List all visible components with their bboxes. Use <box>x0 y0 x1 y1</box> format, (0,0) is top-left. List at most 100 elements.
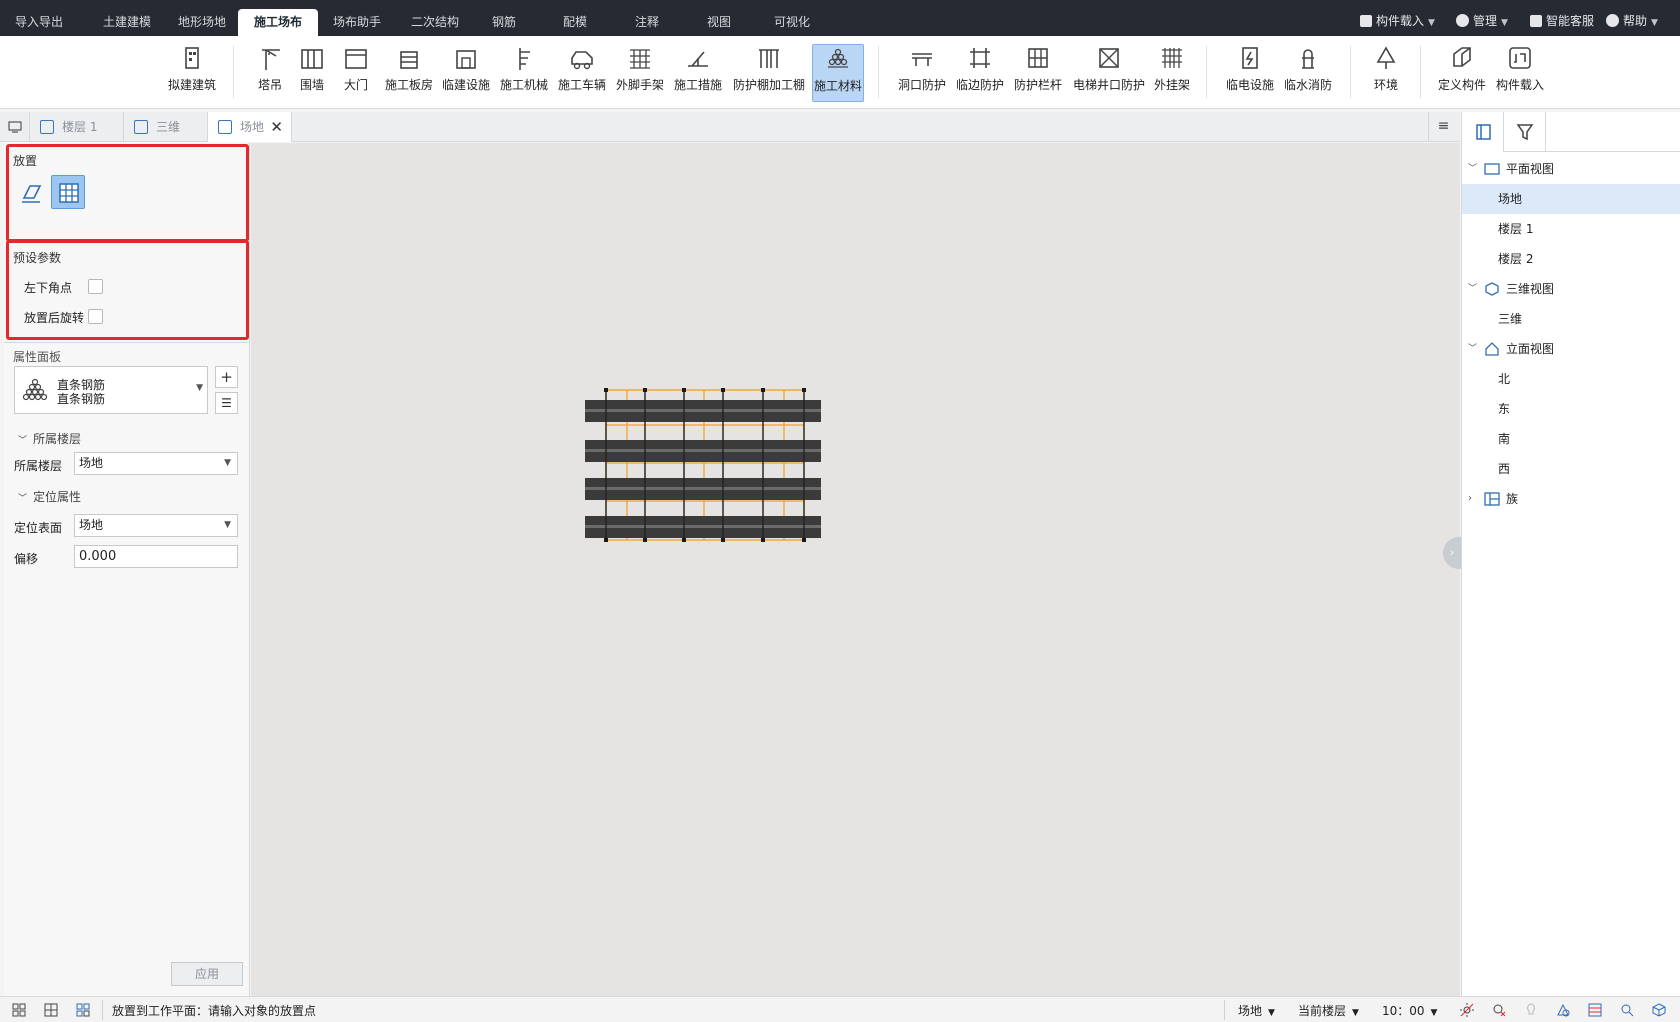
position-group-header[interactable]: ﹀ 定位属性 <box>18 488 81 505</box>
ribbon-external-frame-button[interactable]: 外挂架 <box>1150 44 1194 102</box>
define-component-icon <box>1453 47 1471 67</box>
ribbon-railing-button[interactable]: 防护栏杆 <box>1012 44 1064 102</box>
chevron-right-icon: › <box>1468 493 1472 504</box>
drawing-canvas[interactable]: › <box>251 143 1461 996</box>
rotate-after-place-checkbox[interactable] <box>88 309 103 324</box>
menu-tab-layout-assistant[interactable]: 场布助手 <box>318 9 396 36</box>
offset-input[interactable]: 0.000 <box>74 545 238 568</box>
component-import-menu[interactable]: 构件载入 ▼ <box>1360 12 1435 30</box>
ribbon-measures-button[interactable]: 施工措施 <box>672 44 724 102</box>
apply-button[interactable]: 应用 <box>171 962 243 986</box>
light-bulb-icon[interactable] <box>1524 1003 1538 1017</box>
menu-tab-formwork[interactable]: 配模 <box>544 9 606 36</box>
edit-type-button[interactable]: ☰ <box>215 392 238 414</box>
tree-family[interactable]: › 族 <box>1462 484 1680 514</box>
ribbon-label: 外挂架 <box>1153 78 1190 92</box>
tree-item-3d[interactable]: 三维 <box>1462 304 1680 334</box>
menu-tab-view[interactable]: 视图 <box>688 9 750 36</box>
shadow-off-icon[interactable] <box>1492 1003 1506 1017</box>
tab-floor-1[interactable]: 楼层 1 <box>30 112 124 142</box>
bottom-left-corner-checkbox[interactable] <box>88 279 103 294</box>
tree-plan-view[interactable]: ﹀ 平面视图 <box>1462 154 1680 184</box>
close-icon[interactable]: ✕ <box>270 112 283 142</box>
ribbon-materials-button[interactable]: 施工材料 <box>812 44 864 102</box>
divider <box>4 342 250 343</box>
tree-item-floor-2[interactable]: 楼层 2 <box>1462 244 1680 274</box>
family-icon <box>1484 492 1500 506</box>
tree-label: 平面视图 <box>1506 162 1555 176</box>
tab-3d[interactable]: 三维 <box>124 112 208 142</box>
floor-select[interactable]: 场地 ▼ <box>74 452 238 475</box>
ribbon-fence-button[interactable]: 围墙 <box>292 44 332 102</box>
ribbon-component-import-button[interactable]: 构件载入 <box>1494 44 1546 102</box>
zoom-fit-icon[interactable] <box>1620 1003 1634 1017</box>
ribbon-proposed-building-button[interactable]: 拟建建筑 <box>166 44 218 102</box>
sun-icon[interactable] <box>1460 1003 1474 1017</box>
tree-elevation-view[interactable]: ﹀ 立面视图 <box>1462 334 1680 364</box>
project-browser: ﹀ 平面视图 场地 楼层 1 楼层 2 ﹀ 三维视图 三维 ﹀ 立面视图 北 东… <box>1461 112 1680 996</box>
ribbon-edge-protection-button[interactable]: 临边防护 <box>954 44 1006 102</box>
tree-item-site[interactable]: 场地 <box>1462 184 1680 214</box>
menu-tab-civil-modeling[interactable]: 土建建模 <box>88 9 166 36</box>
place-on-surface-button[interactable] <box>18 178 46 206</box>
add-type-button[interactable]: + <box>215 366 238 388</box>
chevron-down-icon: ﹀ <box>1468 164 1478 174</box>
ribbon-define-component-button[interactable]: 定义构件 <box>1436 44 1488 102</box>
tree-label: 立面视图 <box>1506 342 1555 356</box>
ribbon-label: 环境 <box>1373 78 1398 92</box>
tree-item-floor-1[interactable]: 楼层 1 <box>1462 214 1680 244</box>
cube-view-icon[interactable] <box>1652 1003 1666 1017</box>
ribbon-gate-button[interactable]: 大门 <box>336 44 376 102</box>
time-select[interactable]: 10：00 ▼ <box>1382 1002 1437 1019</box>
tree-item-north[interactable]: 北 <box>1462 364 1680 394</box>
visibility-icon[interactable] <box>1556 1003 1570 1017</box>
menu-icon[interactable]: ≡ <box>1428 112 1458 142</box>
ribbon-temp-power-button[interactable]: 临电设施 <box>1224 44 1276 102</box>
select-view-icon[interactable] <box>76 1003 90 1017</box>
tree-item-west[interactable]: 西 <box>1462 454 1680 484</box>
plan-view-icon <box>1484 163 1500 175</box>
menu-tab-visualization[interactable]: 可视化 <box>758 9 826 36</box>
filter-button[interactable] <box>1504 112 1546 152</box>
rebar-model[interactable] <box>251 143 1460 996</box>
ribbon-shed-button[interactable]: 防护棚加工棚 <box>730 44 808 102</box>
ribbon-machinery-button[interactable]: 施工机械 <box>498 44 550 102</box>
current-floor-select[interactable]: 当前楼层 ▼ <box>1298 1002 1359 1019</box>
menu-tab-secondary-structure[interactable]: 二次结构 <box>396 9 474 36</box>
menu-tab-import-export[interactable]: 导入导出 <box>4 9 74 36</box>
smart-service-button[interactable]: 智能客服 <box>1530 12 1594 30</box>
ribbon-elevator-shaft-button[interactable]: 电梯井口防护 <box>1070 44 1148 102</box>
tree-3d-view[interactable]: ﹀ 三维视图 <box>1462 274 1680 304</box>
grid-view-icon[interactable] <box>12 1003 26 1017</box>
ribbon-vehicle-button[interactable]: 施工车辆 <box>556 44 608 102</box>
ribbon-opening-protection-button[interactable]: 洞口防护 <box>896 44 948 102</box>
menu-tab-rebar[interactable]: 钢筋 <box>474 9 534 36</box>
tree-item-east[interactable]: 东 <box>1462 394 1680 424</box>
tab-list-button[interactable] <box>0 112 30 142</box>
menu-tab-annotation[interactable]: 注释 <box>616 9 678 36</box>
fire-hydrant-icon <box>1302 49 1314 69</box>
ribbon-environment-button[interactable]: 环境 <box>1366 44 1406 102</box>
tile-view-icon[interactable] <box>44 1003 58 1017</box>
component-type-selector[interactable]: 直条钢筋 直条钢筋 ▼ <box>14 366 208 414</box>
ribbon-temp-facility-button[interactable]: 临建设施 <box>440 44 492 102</box>
menu-tab-terrain-site[interactable]: 地形场地 <box>166 9 238 36</box>
ribbon-scaffold-button[interactable]: 外脚手架 <box>614 44 666 102</box>
surface-select[interactable]: 场地 ▼ <box>74 514 238 537</box>
ribbon-site-office-button[interactable]: 施工板房 <box>382 44 436 102</box>
tree-label: 场地 <box>1498 192 1523 206</box>
tree-item-south[interactable]: 南 <box>1462 424 1680 454</box>
tab-site[interactable]: 场地 ✕ <box>208 112 292 142</box>
place-on-grid-button[interactable] <box>51 175 85 209</box>
ribbon-fire-water-button[interactable]: 临水消防 <box>1282 44 1334 102</box>
floor-group-header[interactable]: ﹀ 所属楼层 <box>18 430 81 447</box>
help-menu[interactable]: 帮助 ▼ <box>1606 12 1658 30</box>
manage-menu[interactable]: 管理 ▼ <box>1456 12 1508 30</box>
component-filter-icon[interactable] <box>1588 1003 1602 1017</box>
temp-facility-icon <box>456 50 476 69</box>
ribbon-tower-crane-button[interactable]: 塔吊 <box>250 44 290 102</box>
menu-tab-construction-layout[interactable]: 施工场布 <box>238 9 318 36</box>
level-select[interactable]: 场地 ▼ <box>1238 1002 1275 1019</box>
manage-label: 管理 <box>1473 14 1498 28</box>
panel-toggle-button[interactable] <box>1462 112 1504 152</box>
